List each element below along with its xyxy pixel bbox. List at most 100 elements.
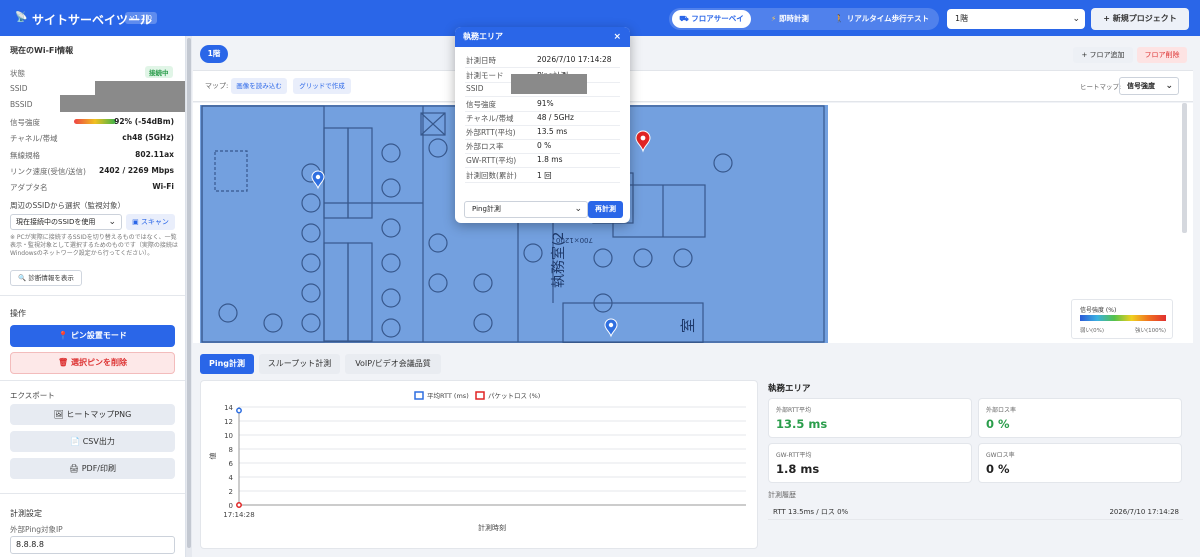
load-image-button[interactable]: 画像を読み込む [231, 78, 287, 94]
card-label: GWロス率 [986, 452, 1015, 459]
legend-label: 平均RTT (ms) [427, 391, 469, 400]
bssid-label: BSSID [10, 100, 33, 109]
history-label: 計測履歴 [768, 491, 796, 499]
bssid-redacted [60, 95, 185, 112]
remeasure-button[interactable]: 再計測 [588, 201, 623, 218]
adapter-label: アダプタ名 [10, 183, 48, 192]
chevron-down-icon: ⌄ [108, 217, 116, 227]
image-icon: 🖼 [53, 410, 67, 419]
stats-heading: 執務エリア [768, 384, 811, 394]
heatmap-legend: 信号強度 (%) 弱い(0%) 強い(100%) [1071, 299, 1173, 339]
popup-mode-select[interactable]: Ping計測 ⌄ [464, 201, 588, 218]
link-speed-value: 2402 / 2269 Mbps [99, 166, 174, 175]
heatmap-select[interactable]: 信号強度 ⌄ [1119, 77, 1179, 95]
scrollbar-thumb[interactable] [187, 38, 191, 548]
popup-row-value: 1 回 [537, 171, 552, 180]
popup-row-divider [465, 153, 620, 154]
stats-panel: 執務エリア 外部RTT平均 13.5 ms 外部ロス率 0 % GW-RTT平均… [768, 380, 1188, 555]
chevron-down-icon: ⌄ [574, 204, 582, 214]
popup-row-value: 13.5 ms [537, 127, 568, 136]
x-tick-label: 17:14:28 [223, 511, 254, 519]
legend-high: 強い(100%) [1134, 328, 1166, 334]
gw-loss-card: GWロス率 0 % [978, 443, 1182, 483]
signal-value: 92% (-54dBm) [114, 117, 174, 126]
ssid-select[interactable]: 現在接続中のSSIDを使用 ⌄ [10, 214, 122, 230]
floor-select[interactable]: 1階 ⌄ [947, 9, 1085, 29]
pin-icon: 📍 [58, 331, 71, 340]
popup-row-label: 計測日時 [466, 56, 496, 65]
walk-icon: 🚶 [834, 14, 847, 23]
signal-label: 信号強度 [10, 118, 40, 127]
file-icon: 📄 [70, 437, 83, 446]
mode-instant-button[interactable]: ⚡ 即時計測 [757, 10, 823, 28]
export-heatmap-button[interactable]: 🖼 ヒートマップPNG [10, 404, 175, 425]
x-axis-label: 計測時刻 [478, 523, 506, 532]
card-value: 0 % [986, 462, 1010, 476]
card-label: 外部RTT平均 [776, 407, 811, 414]
new-project-button[interactable]: + 新規プロジェクト [1091, 8, 1189, 30]
scan-icon: ▣ [132, 218, 141, 226]
standard-value: 802.11ax [135, 150, 174, 159]
operations-heading: 操作 [10, 309, 26, 318]
export-heading: エクスポート [10, 391, 55, 400]
pin-detail-popup: 執務エリア × 計測日時 2026/7/10 17:14:28 計測モード Ping計… [455, 27, 630, 223]
legend-title: 信号強度 (%) [1080, 307, 1117, 314]
popup-row-label: SSID [466, 84, 484, 93]
diagnostics-button[interactable]: 🔍 診断情報を表示 [10, 270, 82, 286]
popup-row-divider [465, 111, 620, 112]
y-tick-label: 6 [229, 460, 234, 468]
popup-row-divider [465, 125, 620, 126]
ext-rtt-card: 外部RTT平均 13.5 ms [768, 398, 972, 438]
ssid-label: SSID [10, 84, 28, 93]
popup-row-divider [465, 139, 620, 140]
floor-map[interactable]: 執務室(2 700×1200 室 信号強度 (%) 弱い(0%) 強い(100%… [193, 103, 1193, 343]
popup-row-label: 計測モード [466, 71, 504, 80]
tab-throughput[interactable]: スループット計測 [259, 354, 340, 374]
export-csv-button[interactable]: 📄 CSV出力 [10, 431, 175, 452]
signal-bar [74, 119, 116, 124]
pin-mode-button[interactable]: 📍 ピン設置モード [10, 325, 175, 347]
delete-pin-button[interactable]: 🗑 選択ピンを削除 [10, 352, 175, 374]
sidebar: 現在のWi-Fi情報 状態 接続中 SSID BSSID 信号強度 92% (-… [0, 36, 186, 557]
popup-row-divider [465, 67, 620, 68]
scan-button[interactable]: ▣ スキャン [126, 214, 175, 230]
delete-floor-button[interactable]: フロア削除 [1137, 47, 1187, 63]
history-time: 2026/7/10 17:14:28 [1109, 508, 1179, 516]
popup-row-label: チャネル/帯域 [466, 114, 514, 123]
popup-row-value: 1.8 ms [537, 155, 563, 164]
version-badge: v1.2.0 [125, 12, 157, 24]
close-icon[interactable]: × [613, 27, 621, 47]
main-panel: 1階 + フロア追加 フロア削除 マップ: 画像を読み込む グリッドで作成 ヒー… [193, 36, 1200, 557]
bolt-icon: ⚡ [771, 14, 779, 23]
ping-target-input[interactable]: 8.8.8.8 [10, 536, 175, 554]
mode-walk-test-button[interactable]: 🚶 リアルタイム歩行テスト [827, 10, 937, 28]
y-tick-label: 14 [224, 404, 233, 412]
card-value: 1.8 ms [776, 462, 820, 476]
export-pdf-button[interactable]: 🖨 PDF/印刷 [10, 458, 175, 479]
y-tick-label: 10 [224, 432, 233, 440]
y-tick-label: 8 [229, 446, 233, 454]
divider [0, 380, 185, 381]
adapter-value: Wi-Fi [152, 182, 174, 191]
tab-voip[interactable]: VoIP/ビデオ会議品質 [345, 354, 441, 374]
history-text: RTT 13.5ms / ロス 0% [773, 508, 849, 516]
ping-chart-svg: 0 2 4 6 8 10 12 14 17:14:28 計測時刻 値 平均RTT (ms) パケットロス… [208, 391, 746, 532]
link-speed-label: リンク速度(受信/送信) [10, 167, 86, 176]
channel-value: ch48 (5GHz) [122, 133, 174, 142]
popup-title: 執務エリア [463, 32, 503, 41]
floor-tab-1[interactable]: 1階 [200, 45, 228, 63]
y-tick-label: 12 [224, 418, 233, 426]
grid-create-button[interactable]: グリッドで作成 [293, 78, 351, 94]
sidebar-scrollbar[interactable] [186, 36, 192, 557]
mode-floor-survey-button[interactable]: ⛟ フロアサーベイ [672, 10, 751, 28]
nearby-ssid-label: 周辺のSSIDから選択（監視対象） [10, 201, 126, 210]
tab-ping[interactable]: Ping計測 [200, 354, 254, 374]
map-toolbar: マップ: 画像を読み込む グリッドで作成 ヒートマップ: 信号強度 ⌄ [193, 70, 1193, 102]
legend-label: パケットロス (%) [488, 392, 540, 400]
search-icon: 🔍 [18, 274, 29, 282]
map-scrollbar[interactable] [1182, 103, 1187, 233]
heatmap-label: ヒートマップ: [1080, 83, 1122, 91]
add-floor-button[interactable]: + フロア追加 [1073, 47, 1133, 63]
wifi-info-heading: 現在のWi-Fi情報 [10, 46, 74, 55]
standard-label: 無線規格 [10, 151, 40, 160]
